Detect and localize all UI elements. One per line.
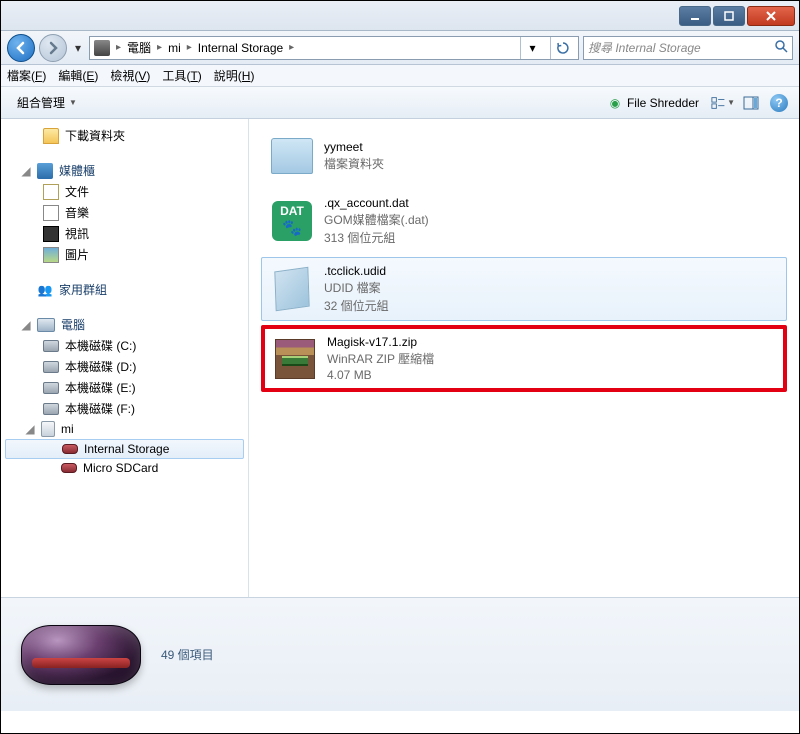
storage-icon: [62, 444, 78, 454]
breadcrumb-segment[interactable]: Internal Storage: [198, 41, 283, 55]
sidebar-header-libraries[interactable]: ◢媒體櫃: [1, 160, 248, 181]
sidebar-item-videos[interactable]: 視訊: [1, 223, 248, 244]
winrar-zip-icon: [275, 339, 315, 379]
refresh-button[interactable]: [550, 37, 574, 59]
forward-button[interactable]: [39, 34, 67, 62]
storage-icon: [61, 463, 77, 473]
sidebar-item-drive-c[interactable]: 本機磁碟 (C:): [1, 335, 248, 356]
sidebar-item-drive-f[interactable]: 本機磁碟 (F:): [1, 398, 248, 419]
sidebar-item-drive-e[interactable]: 本機磁碟 (E:): [1, 377, 248, 398]
organize-button[interactable]: 組合管理▼: [9, 91, 85, 114]
drive-icon: [43, 403, 59, 415]
sidebar-item-internal-storage[interactable]: Internal Storage: [5, 439, 244, 459]
sidebar-item-music[interactable]: 音樂: [1, 202, 248, 223]
file-type: 檔案資料夾: [324, 155, 384, 172]
menu-tools[interactable]: 工具(T): [162, 67, 201, 84]
sidebar-tree[interactable]: 下載資料夾 ◢媒體櫃 文件 音樂 視訊 圖片 👥家用群組 ◢電腦 本機磁碟 (C…: [1, 119, 249, 597]
sidebar-item-pictures[interactable]: 圖片: [1, 244, 248, 265]
phone-icon: [41, 421, 55, 437]
file-type: UDID 檔案: [324, 279, 389, 296]
menu-view[interactable]: 檢視(V): [110, 67, 150, 84]
window-titlebar: [1, 1, 799, 31]
breadcrumb-segment[interactable]: 電腦: [127, 39, 151, 56]
address-bar[interactable]: ▸ 電腦 ▸ mi ▸ Internal Storage ▸ ▾: [89, 36, 579, 60]
dat-file-icon: DAT🐾: [272, 201, 312, 241]
search-placeholder: 搜尋 Internal Storage: [588, 39, 701, 56]
homegroup-icon: 👥: [37, 282, 53, 298]
sidebar-item-documents[interactable]: 文件: [1, 181, 248, 202]
expand-icon: ◢: [21, 164, 31, 178]
sidebar-item-mi[interactable]: ◢mi: [1, 419, 248, 439]
file-item-dat[interactable]: DAT🐾 .qx_account.dat GOM媒體檔案(.dat) 313 個…: [261, 189, 787, 253]
help-button[interactable]: ?: [767, 92, 791, 114]
file-item-udid[interactable]: .tcclick.udid UDID 檔案 32 個位元組: [261, 257, 787, 321]
pictures-icon: [43, 247, 59, 263]
library-icon: [37, 163, 53, 179]
drive-icon: [43, 340, 59, 352]
breadcrumb-segment[interactable]: mi: [168, 41, 181, 55]
file-name: .tcclick.udid: [324, 264, 389, 278]
video-icon: [43, 226, 59, 242]
expand-icon: ◢: [21, 318, 31, 332]
help-icon: ?: [770, 94, 788, 112]
preview-pane-button[interactable]: [739, 92, 763, 114]
sidebar-header-computer[interactable]: ◢電腦: [1, 314, 248, 335]
sidebar-item-downloads[interactable]: 下載資料夾: [1, 125, 248, 146]
address-dropdown[interactable]: ▾: [520, 37, 544, 59]
chevron-right-icon: ▸: [187, 42, 192, 53]
file-item-zip-highlighted[interactable]: Magisk-v17.1.zip WinRAR ZIP 壓縮檔 4.07 MB: [261, 325, 787, 392]
search-input[interactable]: 搜尋 Internal Storage: [583, 36, 793, 60]
drive-icon: [43, 382, 59, 394]
drive-icon: [43, 361, 59, 373]
menu-bar: 檔案(F) 編輯(E) 檢視(V) 工具(T) 說明(H): [1, 65, 799, 87]
status-bar: 49 個項目: [1, 597, 799, 711]
sidebar-header-homegroup[interactable]: 👥家用群組: [1, 279, 248, 300]
file-list[interactable]: yymeet 檔案資料夾 DAT🐾 .qx_account.dat GOM媒體檔…: [249, 119, 799, 597]
udid-file-icon: [274, 267, 309, 312]
view-options-button[interactable]: ▼: [711, 92, 735, 114]
folder-icon: [43, 128, 59, 144]
menu-edit[interactable]: 編輯(E): [58, 67, 98, 84]
maximize-button[interactable]: [713, 6, 745, 26]
toolbar: 組合管理▼ ◉ File Shredder ▼ ?: [1, 87, 799, 119]
location-icon: [94, 40, 110, 56]
menu-file[interactable]: 檔案(F): [7, 67, 46, 84]
file-type: GOM媒體檔案(.dat): [324, 211, 429, 228]
nav-bar: ▾ ▸ 電腦 ▸ mi ▸ Internal Storage ▸ ▾ 搜尋 In…: [1, 31, 799, 65]
computer-icon: [37, 318, 55, 332]
file-name: yymeet: [324, 140, 384, 154]
file-size: 4.07 MB: [327, 368, 434, 382]
menu-help[interactable]: 說明(H): [214, 67, 255, 84]
minimize-button[interactable]: [679, 6, 711, 26]
item-count: 49 個項目: [161, 646, 214, 663]
file-name: .qx_account.dat: [324, 196, 429, 210]
close-button[interactable]: [747, 6, 795, 26]
file-name: Magisk-v17.1.zip: [327, 335, 434, 349]
device-preview-icon: [17, 615, 145, 695]
expand-icon: ◢: [25, 422, 35, 436]
folder-icon: [271, 138, 313, 174]
chevron-right-icon: ▸: [157, 42, 162, 53]
file-size: 32 個位元組: [324, 297, 389, 314]
chevron-right-icon: ▸: [289, 42, 294, 53]
chevron-right-icon: ▸: [116, 42, 121, 53]
documents-icon: [43, 184, 59, 200]
nav-history-dropdown[interactable]: ▾: [71, 41, 85, 55]
file-shredder-button[interactable]: ◉ File Shredder: [599, 92, 707, 114]
back-button[interactable]: [7, 34, 35, 62]
file-item-folder[interactable]: yymeet 檔案資料夾: [261, 127, 787, 185]
search-icon: [774, 39, 788, 56]
file-type: WinRAR ZIP 壓縮檔: [327, 350, 434, 367]
shredder-icon: ◉: [607, 95, 623, 111]
file-size: 313 個位元組: [324, 229, 429, 246]
sidebar-item-drive-d[interactable]: 本機磁碟 (D:): [1, 356, 248, 377]
music-icon: [43, 205, 59, 221]
chevron-down-icon: ▼: [69, 98, 77, 107]
sidebar-item-sdcard[interactable]: Micro SDCard: [1, 459, 248, 477]
